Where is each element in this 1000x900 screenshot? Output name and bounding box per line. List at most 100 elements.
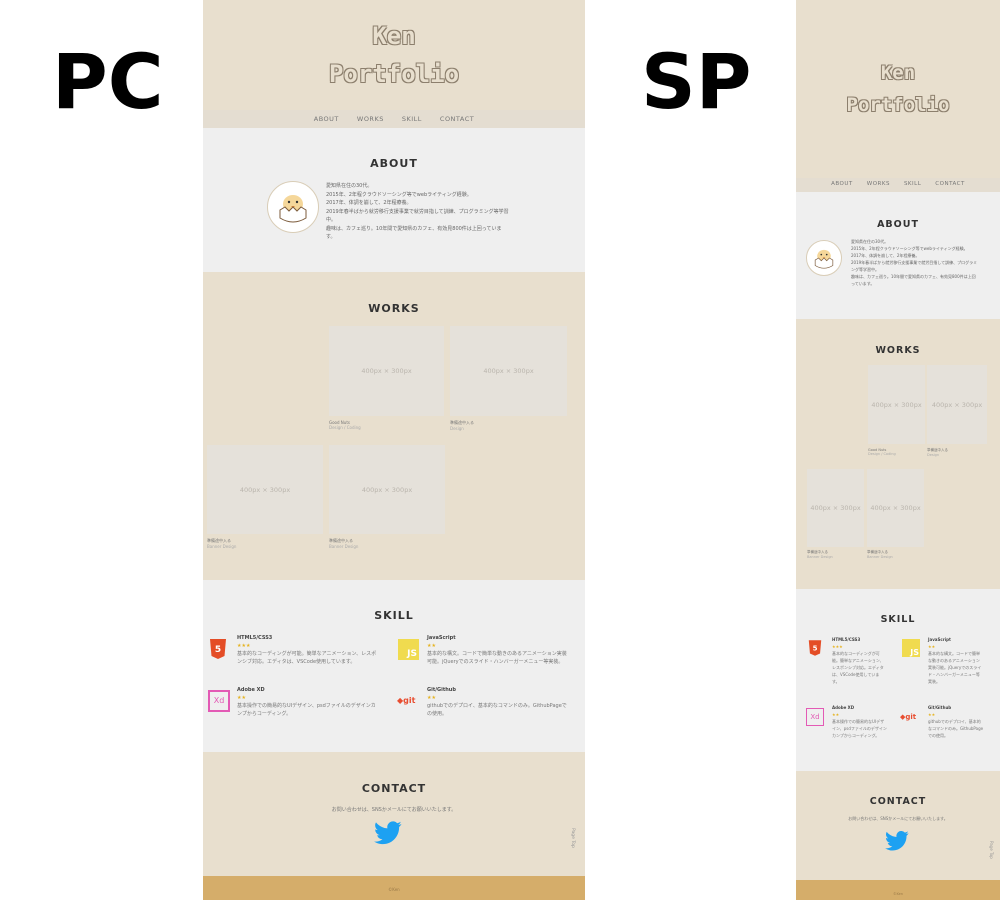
hero-title-line1: Ken: [880, 62, 916, 84]
pc-label: PC: [52, 37, 164, 126]
about-line: 趣味は、カフェ巡り。10年間で愛知県のカフェ、有効見800件は上回っていま: [326, 225, 502, 232]
work-thumbnail-4[interactable]: 400px × 300px: [867, 469, 924, 547]
twitter-icon[interactable]: [885, 830, 909, 855]
hero-section: Ken Portfolio: [203, 0, 585, 110]
work-thumbnail-2[interactable]: 400px × 300px: [450, 326, 567, 416]
about-heading: ABOUT: [877, 219, 919, 230]
html5-icon: 5: [808, 639, 822, 661]
work-thumbnail-3[interactable]: 400px × 300px: [807, 469, 864, 547]
about-section: ABOUT 愛知県在住の30代。 2015年、2年程クラウドソーシング等でweb…: [796, 192, 1000, 319]
works-heading: WORKS: [368, 302, 420, 315]
nav-works[interactable]: WORKS: [867, 181, 890, 187]
about-line: 趣味は、カフェ巡り。10年間で愛知県のカフェ、有効見800件は上回: [851, 274, 976, 279]
contact-text: お問い合わせは、SNSかメールにてお願いいたします。: [331, 807, 457, 813]
nav-about[interactable]: ABOUT: [314, 115, 339, 123]
works-section: WORKS 400px × 300px Good Nuts Design / Co…: [796, 319, 1000, 589]
sp-preview: Ken Portfolio ABOUT WORKS SKILL CONTACT …: [796, 0, 1000, 900]
about-line: っています。: [851, 281, 875, 286]
about-line: す。: [326, 234, 336, 240]
git-icon: ◆git: [900, 713, 917, 721]
skill-section: SKILL 5 HTML5/CSS3 ★★★ 基本的なコーディングが可能。簡単な…: [203, 580, 585, 752]
about-text: 愛知県在住の30代。 2015年、2年程クラウドソーシング等でwebライティング…: [851, 238, 977, 287]
hero-title-line2: Portfolio: [328, 60, 460, 88]
about-line: ング等学習中。: [851, 267, 879, 272]
contact-section: CONTACT お問い合わせは、SNSかメールにてお願いいたします。 Page …: [796, 771, 1000, 880]
work-caption-1: Good Nuts Design / Coding: [868, 448, 896, 456]
work-thumbnail-3[interactable]: 400px × 300px: [207, 445, 323, 534]
footer: ©Ken: [203, 876, 585, 900]
nav-contact[interactable]: CONTACT: [935, 181, 965, 187]
work-caption-3: 準備途中入る Banner Design: [807, 550, 833, 559]
nav-about[interactable]: ABOUT: [831, 181, 853, 187]
skill-adobe-xd: Adobe XD ★★ 基本操作での簡易的なUIデザイン、psdファイルのデザイ…: [237, 687, 376, 717]
hero-title-line1: Ken: [372, 22, 416, 50]
hero-title-line2: Portfolio: [846, 94, 950, 116]
work-caption-2: 準備途中入る Design: [927, 448, 948, 457]
hero-section: Ken Portfolio: [796, 0, 1000, 178]
skill-html-css: HTML5/CSS3 ★★★ 基本的なコーディングが可 能。簡単なアニメーション…: [832, 637, 884, 684]
about-line: 2019年春半ばから就労移行支援事業で就労目指して訓練、プログラミ: [851, 260, 978, 265]
about-line: 2017年、体調を崩して、2年程療養。: [851, 253, 920, 258]
skill-html-css: HTML5/CSS3 ★★★ 基本的なコーディングが可能。簡単なアニメーション、…: [237, 635, 377, 665]
work-caption-1: Good Nuts Design / Coding: [329, 420, 361, 430]
contact-heading: CONTACT: [361, 782, 427, 795]
about-line: 2019年春半ばから就労移行支援事業で就労目指して訓練、プログラミング等学習: [326, 208, 509, 215]
work-thumbnail-1[interactable]: 400px × 300px: [329, 326, 444, 416]
git-icon: ◆git: [397, 696, 416, 705]
skill-adobe-xd: Adobe XD ★★ 基本操作での簡易的なUIデザ イン、psdファイルのデザ…: [832, 705, 887, 738]
svg-text:5: 5: [215, 645, 221, 655]
about-text: 愛知県在住の30代。 2015年、2年程クラウドソーシング等でwebライティング…: [326, 182, 509, 242]
about-section: ABOUT 愛知県在住の30代。 2015年、2年程クラウドソーシング等でweb…: [203, 128, 585, 272]
contact-text: お問い合わせは、SNSかメールにてお願いいたします。: [848, 816, 948, 821]
about-line: 中。: [326, 217, 337, 223]
copyright: ©Ken: [893, 892, 903, 896]
page-top-link[interactable]: Page Top: [570, 828, 575, 848]
nav-bar: ABOUT WORKS SKILL CONTACT: [796, 178, 1000, 192]
avatar: [267, 181, 319, 233]
contact-section: CONTACT お問い合わせは、SNSかメールにてお願いいたします。 Page …: [203, 752, 585, 876]
js-icon: JS: [398, 639, 419, 660]
work-caption-4: 準備途中入る Banner Design: [329, 538, 359, 549]
chick-egg-icon: [279, 195, 307, 223]
about-line: 2015年、2年程クラウドソーシング等でwebライティング経験。: [326, 191, 472, 198]
footer: ©Ken: [796, 880, 1000, 900]
svg-text:5: 5: [813, 644, 818, 652]
about-heading: ABOUT: [370, 157, 418, 170]
xd-icon: Xd: [806, 708, 824, 726]
work-caption-3: 準備途中入る Banner Design: [207, 538, 237, 549]
html5-icon: 5: [209, 638, 227, 664]
nav-skill[interactable]: SKILL: [904, 181, 921, 187]
xd-icon: Xd: [208, 690, 230, 712]
nav-contact[interactable]: CONTACT: [440, 115, 474, 123]
contact-heading: CONTACT: [869, 796, 927, 807]
work-caption-4: 準備途中入る Banner Design: [867, 550, 893, 559]
chick-egg-icon: [814, 249, 834, 269]
nav-works[interactable]: WORKS: [357, 115, 384, 123]
sp-label: SP: [641, 37, 752, 126]
skill-javascript: JavaScript ★★ 基本的な構文。コードで簡単 な動きのあるアニメーショ…: [928, 637, 982, 684]
copyright: ©Ken: [388, 887, 400, 892]
about-line: 愛知県在住の30代。: [851, 239, 889, 244]
about-line: 2015年、2年程クラウドソーシング等でwebライティング経験。: [851, 246, 968, 251]
twitter-icon[interactable]: [374, 821, 402, 849]
skill-heading: SKILL: [374, 609, 414, 622]
skill-section: SKILL 5 HTML5/CSS3 ★★★ 基本的なコーディングが可 能。簡単…: [796, 589, 1000, 771]
work-thumbnail-1[interactable]: 400px × 300px: [868, 365, 925, 444]
about-line: 愛知県在住の30代。: [326, 183, 373, 189]
avatar: [806, 240, 842, 276]
skill-git-github: Git/Github ★★ githubでのデプロイ、基本的 なコマンドのみ。G…: [928, 705, 984, 738]
page-top-link[interactable]: Page Top: [989, 841, 994, 859]
pc-preview: Ken Portfolio ABOUT WORKS SKILL CONTACT …: [203, 0, 585, 900]
skill-heading: SKILL: [880, 614, 916, 625]
skill-git-github: Git/Github ★★ githubでのデプロイ、基本的なコマンドのみ。Gi…: [427, 687, 567, 717]
nav-skill[interactable]: SKILL: [402, 115, 422, 123]
about-line: 2017年、体調を崩して、2年程療養。: [326, 200, 412, 206]
works-heading: WORKS: [875, 345, 921, 356]
js-icon: JS: [902, 639, 920, 657]
works-section: WORKS 400px × 300px Good Nuts Design / Co…: [203, 272, 585, 580]
skill-javascript: JavaScript ★★ 基本的な構文。コードで簡単な動きのあるアニメーション…: [427, 635, 567, 665]
work-thumbnail-2[interactable]: 400px × 300px: [927, 365, 987, 444]
nav-bar: ABOUT WORKS SKILL CONTACT: [203, 110, 585, 128]
work-thumbnail-4[interactable]: 400px × 300px: [329, 445, 445, 534]
work-caption-2: 準備途中入る Design: [450, 420, 474, 431]
